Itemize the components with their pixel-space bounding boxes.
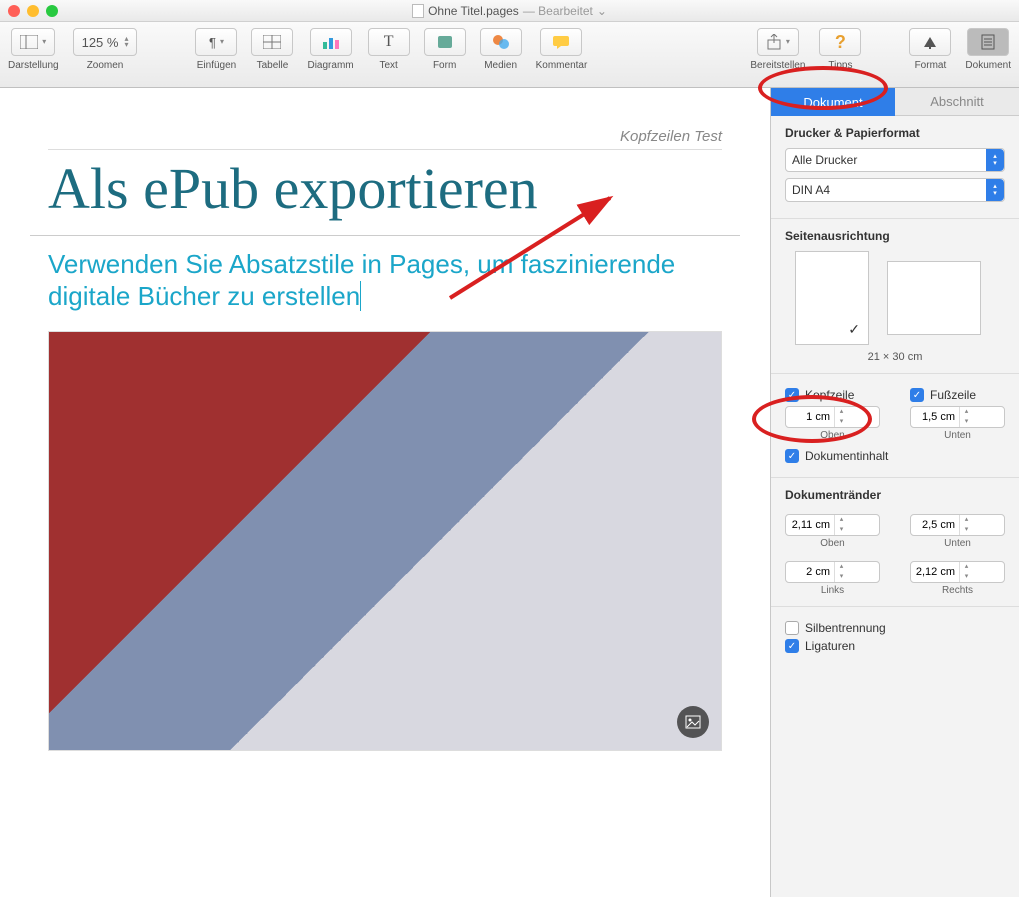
media-button[interactable]: [480, 28, 522, 56]
printer-section: Drucker & Papierformat Alle Drucker▴▾ DI…: [771, 116, 1019, 219]
footer-bottom-stepper[interactable]: ▴▾: [910, 406, 1005, 428]
text-cursor: [360, 281, 361, 311]
silbentrennung-label: Silbentrennung: [805, 621, 886, 635]
margins-section: Dokumentränder ▴▾ Oben ▴▾ Unten ▴▾ Links…: [771, 478, 1019, 607]
insert-button[interactable]: ¶▾: [195, 28, 237, 56]
shape-button[interactable]: [424, 28, 466, 56]
fusszeile-label: Fußzeile: [930, 388, 976, 402]
zoom-label: Zoomen: [87, 60, 124, 71]
media-label: Medien: [484, 60, 517, 71]
tips-label: Tipps: [828, 60, 852, 71]
kopfzeile-checkbox[interactable]: ✓: [785, 388, 799, 402]
margin-bottom-stepper[interactable]: ▴▾: [910, 514, 1005, 536]
zoom-select[interactable]: 125 %▴▾: [73, 28, 138, 56]
insert-label: Einfügen: [197, 60, 236, 71]
page: Kopfzeilen Test Als ePub exportieren Ver…: [30, 118, 740, 897]
step-down-icon[interactable]: ▾: [835, 417, 848, 427]
sidebar-tabs: Dokument Abschnitt: [771, 88, 1019, 116]
image-replace-icon[interactable]: [677, 706, 709, 738]
margin-right-stepper[interactable]: ▴▾: [910, 561, 1005, 583]
m-rechts-label: Rechts: [910, 585, 1005, 596]
text-button[interactable]: T: [368, 28, 410, 56]
header-top-stepper[interactable]: ▴▾: [785, 406, 880, 428]
paper-value: DIN A4: [792, 183, 830, 197]
margin-top-input[interactable]: [786, 519, 834, 531]
header-top-input[interactable]: [786, 411, 834, 423]
check-icon: ✓: [848, 321, 860, 338]
footer-bottom-input[interactable]: [911, 411, 959, 423]
orientation-landscape[interactable]: [887, 261, 981, 335]
dokumentinhalt-checkbox[interactable]: ✓: [785, 449, 799, 463]
ligaturen-label: Ligaturen: [805, 639, 855, 653]
filename: Ohne Titel.pages: [428, 4, 519, 18]
title-chevron-icon[interactable]: ⌄: [597, 4, 607, 18]
silbentrennung-checkbox[interactable]: [785, 621, 799, 635]
subtitle-text: Verwenden Sie Absatzstile in Pages, um f…: [48, 249, 675, 312]
share-label: Bereitstellen: [750, 60, 805, 71]
margin-bottom-input[interactable]: [911, 519, 959, 531]
document-canvas[interactable]: Kopfzeilen Test Als ePub exportieren Ver…: [0, 88, 771, 897]
step-up-icon[interactable]: ▴: [835, 407, 848, 417]
table-label: Tabelle: [257, 60, 289, 71]
inspector-sidebar: Dokument Abschnitt Drucker & Papierforma…: [771, 88, 1019, 897]
format-button[interactable]: [909, 28, 951, 56]
toolbar: ▾ Darstellung 125 %▴▾ Zoomen ¶▾ Einfügen…: [0, 22, 1019, 88]
margins-heading: Dokumentränder: [785, 488, 1005, 502]
view-button[interactable]: ▾: [11, 28, 55, 56]
paper-select[interactable]: DIN A4▴▾: [785, 178, 1005, 202]
format-label: Format: [915, 60, 947, 71]
page-header-text[interactable]: Kopfzeilen Test: [48, 118, 722, 150]
header-footer-section: ✓Kopfzeile ▴▾ Oben ✓Fußzeile ▴▾ Unten ✓D…: [771, 374, 1019, 478]
kopfzeile-label: Kopfzeile: [805, 388, 854, 402]
orientation-size: 21 × 30 cm: [785, 351, 1005, 363]
view-label: Darstellung: [8, 60, 59, 71]
fusszeile-checkbox[interactable]: ✓: [910, 388, 924, 402]
ligaturen-checkbox[interactable]: ✓: [785, 639, 799, 653]
tips-button[interactable]: ?: [819, 28, 861, 56]
text-label: Text: [379, 60, 397, 71]
document-subtitle[interactable]: Verwenden Sie Absatzstile in Pages, um f…: [30, 248, 740, 331]
chart-button[interactable]: [310, 28, 352, 56]
content-image[interactable]: [48, 331, 722, 751]
oben-label: Oben: [785, 430, 880, 441]
printer-select[interactable]: Alle Drucker▴▾: [785, 148, 1005, 172]
margin-left-input[interactable]: [786, 566, 834, 578]
shape-label: Form: [433, 60, 456, 71]
orientation-heading: Seitenausrichtung: [785, 229, 1005, 243]
dokumentinhalt-label: Dokumentinhalt: [805, 449, 888, 463]
margin-left-stepper[interactable]: ▴▾: [785, 561, 880, 583]
document-label: Dokument: [965, 60, 1011, 71]
m-unten-label: Unten: [910, 538, 1005, 549]
orientation-section: Seitenausrichtung ✓ 21 × 30 cm: [771, 219, 1019, 374]
step-up-icon[interactable]: ▴: [960, 407, 973, 417]
margin-top-stepper[interactable]: ▴▾: [785, 514, 880, 536]
zoom-value: 125 %: [82, 35, 119, 50]
table-button[interactable]: [251, 28, 293, 56]
window-titlebar: Ohne Titel.pages — Bearbeitet ⌄: [0, 0, 1019, 22]
margin-right-input[interactable]: [911, 566, 959, 578]
orientation-portrait[interactable]: ✓: [795, 251, 869, 345]
document-button[interactable]: [967, 28, 1009, 56]
comment-button[interactable]: [540, 28, 582, 56]
printer-value: Alle Drucker: [792, 153, 857, 167]
printer-heading: Drucker & Papierformat: [785, 126, 1005, 140]
share-button[interactable]: ▾: [757, 28, 799, 56]
document-icon: [412, 4, 424, 18]
chart-label: Diagramm: [307, 60, 353, 71]
step-down-icon[interactable]: ▾: [960, 417, 973, 427]
tab-abschnitt[interactable]: Abschnitt: [895, 88, 1019, 116]
edit-status: — Bearbeitet: [523, 4, 593, 18]
document-title[interactable]: Als ePub exportieren: [30, 158, 740, 236]
comment-label: Kommentar: [536, 60, 588, 71]
unten-label: Unten: [910, 430, 1005, 441]
m-links-label: Links: [785, 585, 880, 596]
typography-section: Silbentrennung ✓ Ligaturen: [771, 607, 1019, 667]
tab-dokument[interactable]: Dokument: [771, 88, 895, 116]
m-oben-label: Oben: [785, 538, 880, 549]
window-title: Ohne Titel.pages — Bearbeitet ⌄: [0, 4, 1019, 18]
